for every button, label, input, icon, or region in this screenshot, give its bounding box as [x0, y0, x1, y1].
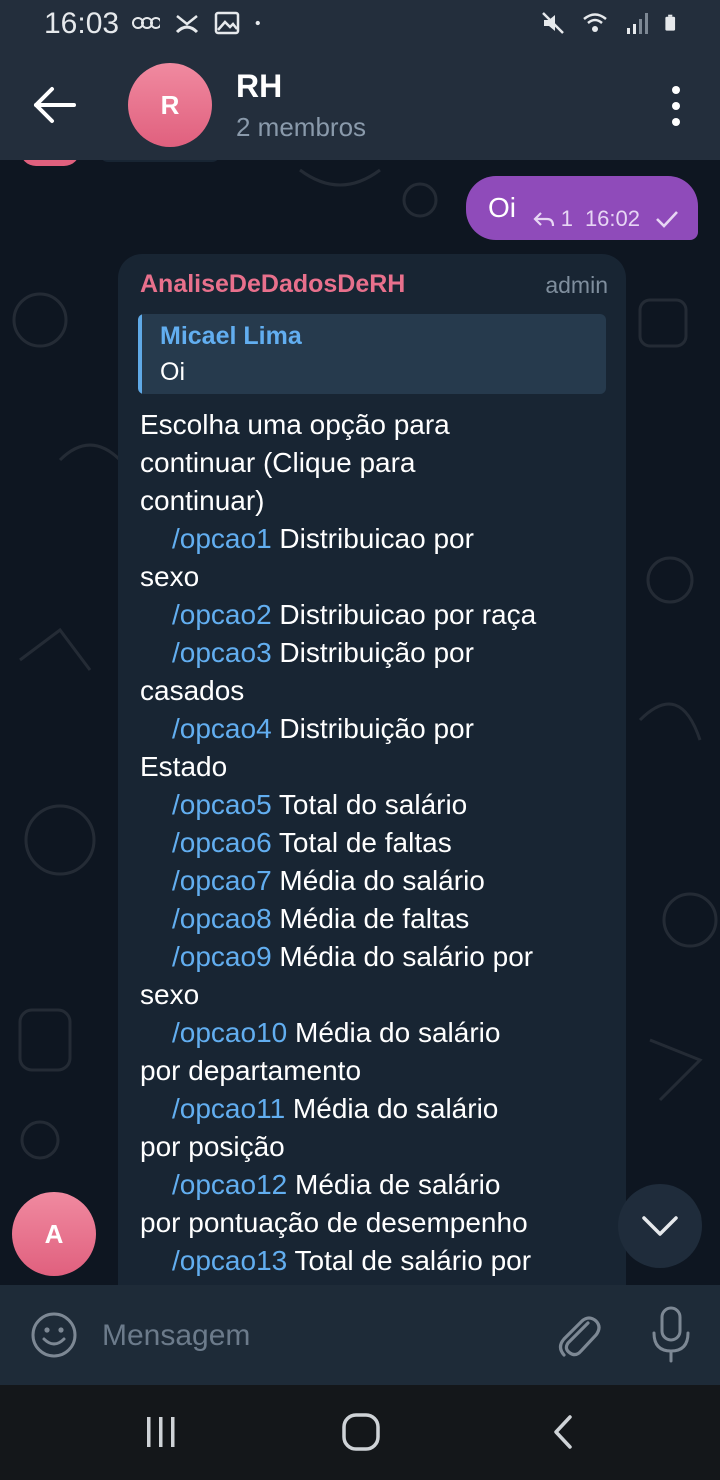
- option-description: Média do salário por: [279, 941, 534, 972]
- option-description-continuation: Estado: [140, 751, 228, 782]
- option-command-link[interactable]: /opcao9: [172, 941, 272, 972]
- option-line: /opcao2 Distribuicao por raça: [140, 596, 610, 634]
- option-command-link[interactable]: /opcao4: [172, 713, 272, 744]
- chat-area[interactable]: Oi 1 16:02 AnaliseDeDadosDeRH admin Mica…: [0, 160, 720, 1285]
- option-line: /opcao10 Média do salário: [140, 1014, 610, 1052]
- system-navigation-bar: [0, 1385, 720, 1480]
- option-description-continuation: por posição: [140, 1131, 285, 1162]
- option-line: /opcao8 Média de faltas: [140, 900, 610, 938]
- reply-count: 1: [560, 206, 573, 231]
- option-description-continuation: casados: [140, 675, 245, 706]
- option-description: Distribuição por: [279, 637, 474, 668]
- mute-icon: [542, 12, 564, 34]
- option-line: /opcao11 Média do salário: [140, 1090, 610, 1128]
- reply-arrow-icon: [533, 212, 554, 227]
- missed-call-icon: [175, 15, 199, 34]
- option-description: Média de faltas: [279, 903, 470, 934]
- home-icon[interactable]: [341, 1412, 381, 1452]
- status-left-icons: [130, 10, 268, 36]
- option-line: /opcao13 Total de salário por: [140, 1242, 610, 1280]
- emoji-icon[interactable]: [30, 1311, 78, 1359]
- option-description: Média do salário: [295, 1017, 501, 1048]
- signal-icon: [627, 13, 648, 34]
- status-bar: 16:03: [0, 0, 720, 50]
- option-description: Total de salário por: [294, 1245, 532, 1276]
- option-description: Média do salário: [292, 1093, 499, 1124]
- option-line: /opcao7 Média do salário: [140, 862, 610, 900]
- message-intro-line: continuar): [140, 485, 265, 516]
- option-description: Distribuicao por raça: [279, 599, 537, 630]
- check-icon: [656, 211, 678, 228]
- option-command-link[interactable]: /opcao8: [172, 903, 272, 934]
- message-input[interactable]: [100, 1307, 524, 1365]
- option-description: Distribuição por: [279, 713, 474, 744]
- reply-quote-name: Micael Lima: [160, 322, 302, 350]
- option-description: Média do salário: [279, 865, 485, 896]
- option-command-link[interactable]: /opcao5: [172, 789, 272, 820]
- scroll-down-button[interactable]: [618, 1184, 702, 1268]
- arrow-left-icon[interactable]: [30, 84, 80, 126]
- option-command-link[interactable]: /opcao7: [172, 865, 272, 896]
- status-time: 16:03: [44, 7, 120, 40]
- outgoing-message-text: Oi: [488, 192, 516, 223]
- group-avatar[interactable]: R: [128, 63, 212, 147]
- wifi-icon: [583, 13, 607, 32]
- vodafone-icon: [132, 17, 160, 29]
- chevron-down-icon: [642, 1216, 678, 1236]
- option-command-link[interactable]: /opcao2: [172, 599, 272, 630]
- option-line: /opcao9 Média do salário por: [140, 938, 610, 976]
- reply-quote-bar: [138, 314, 142, 394]
- option-command-link[interactable]: /opcao3: [172, 637, 272, 668]
- option-line: /opcao1 Distribuicao por: [140, 520, 610, 558]
- back-icon[interactable]: [548, 1413, 578, 1451]
- group-avatar-letter: R: [160, 89, 180, 120]
- option-description-continuation: sexo: [140, 561, 200, 592]
- more-vertical-icon[interactable]: [660, 86, 692, 126]
- previous-bubble-edge: [100, 160, 220, 162]
- outgoing-message-time: 16:02: [584, 206, 640, 231]
- sender-role-badge: admin: [545, 272, 608, 298]
- message-input-bar: [0, 1285, 720, 1385]
- option-command-link[interactable]: /opcao13: [172, 1245, 287, 1276]
- option-command-link[interactable]: /opcao11: [172, 1093, 285, 1124]
- reply-quote[interactable]: Micael Lima Oi: [138, 314, 606, 394]
- message-intro-line: Escolha uma opção para: [140, 409, 450, 440]
- sender-avatar[interactable]: A: [12, 1192, 96, 1276]
- microphone-icon[interactable]: [648, 1305, 694, 1365]
- message-intro-line: continuar (Clique para: [140, 447, 416, 478]
- option-line: /opcao4 Distribuição por: [140, 710, 610, 748]
- outgoing-message-meta: 1 16:02: [533, 206, 680, 232]
- option-line: /opcao6 Total de faltas: [140, 824, 610, 862]
- option-command-link[interactable]: /opcao1: [172, 523, 272, 554]
- sender-name[interactable]: AnaliseDeDadosDeRH: [140, 270, 405, 299]
- status-right-icons: [540, 10, 682, 36]
- sender-avatar-letter: A: [44, 1218, 64, 1249]
- option-line: /opcao12 Média de salário: [140, 1166, 610, 1204]
- option-description: Média de salário: [295, 1169, 501, 1200]
- option-description: Total do salário: [278, 789, 468, 820]
- option-description-continuation: sexo: [140, 979, 200, 1010]
- chat-subtitle: 2 membros: [236, 112, 367, 142]
- option-command-link[interactable]: /opcao6: [172, 827, 272, 858]
- paperclip-icon[interactable]: [552, 1309, 602, 1361]
- dot-icon: [255, 20, 260, 26]
- option-command-link[interactable]: /opcao12: [172, 1169, 287, 1200]
- chat-header: R RH 2 membros: [0, 50, 720, 160]
- option-description-continuation: por pontuação de desempenho: [140, 1207, 528, 1238]
- incoming-message[interactable]: AnaliseDeDadosDeRH admin Micael Lima Oi …: [118, 254, 626, 1285]
- option-description: Total de faltas: [278, 827, 452, 858]
- option-command-link[interactable]: /opcao10: [172, 1017, 287, 1048]
- outgoing-message[interactable]: Oi 1 16:02: [466, 176, 698, 240]
- option-line: /opcao3 Distribuição por: [140, 634, 610, 672]
- battery-icon: [665, 14, 676, 31]
- image-icon: [214, 11, 240, 35]
- option-description-continuation: por departamento: [140, 1055, 362, 1086]
- option-description: Distribuicao por: [279, 523, 474, 554]
- recent-apps-icon[interactable]: [143, 1415, 179, 1449]
- option-line: /opcao5 Total do salário: [140, 786, 610, 824]
- chat-title[interactable]: RH: [236, 68, 282, 105]
- reply-quote-text: Oi: [160, 358, 185, 386]
- message-body: Escolha uma opção para continuar (Clique…: [140, 406, 610, 1280]
